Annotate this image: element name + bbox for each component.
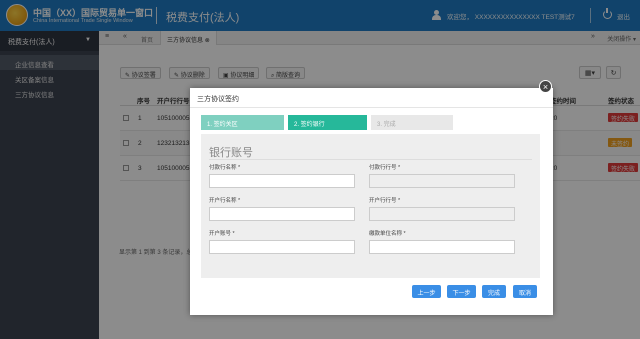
prev-step-button[interactable]: 上一步 bbox=[412, 285, 441, 298]
cancel-button[interactable]: 取消 bbox=[513, 285, 537, 298]
next-step-button[interactable]: 下一步 bbox=[447, 285, 476, 298]
unit-name-label: 缴款单位名称 * bbox=[369, 231, 406, 237]
account-no-label: 开户账号 * bbox=[209, 231, 235, 237]
open-bank-name-label: 开户行名称 * bbox=[209, 198, 241, 204]
step-bank[interactable]: 2. 签约银行 bbox=[288, 115, 367, 130]
unit-name-field[interactable] bbox=[369, 240, 515, 254]
section-divider bbox=[209, 159, 532, 160]
open-bank-no-label: 开户行行号 * bbox=[369, 198, 401, 204]
finish-button[interactable]: 完成 bbox=[482, 285, 506, 298]
account-no-field[interactable] bbox=[209, 240, 355, 254]
section-title: 银行账号 bbox=[209, 147, 253, 159]
bank-account-panel: 银行账号 付款行名称 * 付款行行号 * 开户行名称 * 开户行行号 * 开户账… bbox=[201, 134, 540, 278]
step-finish: 3. 完成 bbox=[371, 115, 453, 130]
pay-bank-no-label: 付款行行号 * bbox=[369, 165, 401, 171]
step-customs[interactable]: 1. 签约关区 bbox=[201, 115, 284, 130]
pay-bank-no-field bbox=[369, 174, 515, 188]
pay-bank-name-field[interactable] bbox=[209, 174, 355, 188]
open-bank-name-field[interactable] bbox=[209, 207, 355, 221]
dialog-title: 三方协议签约 bbox=[190, 88, 553, 108]
pay-bank-name-label: 付款行名称 * bbox=[209, 165, 241, 171]
agreement-sign-dialog: 三方协议签约 × 1. 签约关区 2. 签约银行 3. 完成 银行账号 付款行名… bbox=[190, 80, 553, 315]
open-bank-no-field bbox=[369, 207, 515, 221]
close-icon[interactable]: × bbox=[539, 80, 552, 93]
